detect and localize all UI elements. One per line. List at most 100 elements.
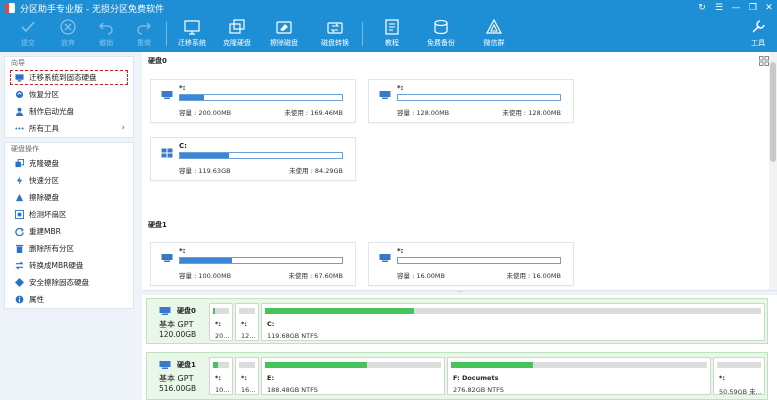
wizard-panel: 向导 迁移系统到固态硬盘 恢复分区 制作启动光盘 所有工具 › <box>4 56 134 138</box>
capacity-text: 容量 : 100.00MB <box>179 272 232 280</box>
restore-button[interactable]: ❐ <box>746 2 760 14</box>
capacity-label: 容量 <box>179 272 192 280</box>
disk1-header: 硬盘1 <box>148 221 167 229</box>
partition-detail: 12... <box>241 332 256 340</box>
app-window: 分区助手专业版 - 无损分区免费软件 ↻ ☰ — ❐ ✕ 提交 放弃 撤销 重做… <box>0 0 777 400</box>
partition-bar <box>717 362 761 368</box>
vertical-scrollbar[interactable] <box>769 52 777 290</box>
tools-label: 工具 <box>751 39 765 47</box>
partition-bar <box>265 362 441 368</box>
usage-bar <box>179 152 343 159</box>
convert-disk-icon <box>327 22 343 34</box>
disk-map-partition[interactable]: *: 20... <box>209 303 233 341</box>
disk-map-row[interactable]: 硬盘0 基本 GPT 120.00GB *: 20... *: 12... C:… <box>146 298 768 344</box>
disk-ops-title: 硬盘操作 <box>11 145 39 153</box>
tools-button[interactable]: 工具 <box>740 18 776 50</box>
capacity-value: 119.63GB <box>198 167 231 175</box>
sidebar-item-label: 转换成MBR硬盘 <box>29 261 84 270</box>
partition-name: *: <box>179 247 186 255</box>
refresh-button[interactable]: ↻ <box>695 2 709 14</box>
sidebar-item-clone-disk[interactable]: 克隆硬盘 <box>5 155 133 172</box>
partition-card[interactable]: *: 容量 : 128.00MB 未使用 : 128.00MB <box>368 79 574 123</box>
free-backup-button[interactable]: 免费备份 <box>421 18 461 50</box>
minimize-button[interactable]: — <box>729 2 743 14</box>
migrate-os-button[interactable]: 迁移系统 <box>172 18 212 50</box>
partition-name: *: <box>719 374 725 382</box>
sidebar-item-migrate-ssd[interactable]: 迁移系统到固态硬盘 <box>9 69 129 86</box>
usage-bar <box>397 257 561 264</box>
free-label: 未使用 <box>288 272 308 280</box>
disk-map-partition[interactable]: C: 119.68GB NTFS <box>261 303 765 341</box>
sidebar-item-bad-sector[interactable]: 检测坏扇区 <box>5 206 133 223</box>
free-label: 未使用 <box>502 109 522 117</box>
partition-used <box>213 308 216 314</box>
disk-map-partition[interactable]: *: 16... <box>235 357 259 395</box>
undo-button[interactable]: 撤销 <box>86 18 126 50</box>
sidebar-item-convert-mbr[interactable]: 转换成MBR硬盘 <box>5 257 133 274</box>
menu-button[interactable]: ☰ <box>712 2 726 14</box>
sidebar-item-delete-all-partitions[interactable]: 删除所有分区 <box>5 240 133 257</box>
commit-button[interactable]: 提交 <box>8 18 48 50</box>
redo-button[interactable]: 重做 <box>124 18 164 50</box>
partition-card[interactable]: *: 容量 : 100.00MB 未使用 : 67.60MB <box>150 242 356 286</box>
disk-map-label: 硬盘0 基本 GPT 120.00GB <box>151 299 207 345</box>
close-button[interactable]: ✕ <box>762 2 776 14</box>
capacity-text: 容量 : 16.00MB <box>397 272 446 280</box>
wipe-icon <box>15 193 24 202</box>
sidebar-item-bootable-disc[interactable]: 制作启动光盘 <box>5 103 133 120</box>
sidebar-item-recover-partition[interactable]: 恢复分区 <box>5 86 133 103</box>
sidebar-item-secure-erase-ssd[interactable]: 安全擦除固态硬盘 <box>5 274 133 291</box>
bootable-disc-icon <box>15 107 24 116</box>
partition-name: C: <box>267 320 275 328</box>
disk-map-partition[interactable]: *: 12... <box>235 303 259 341</box>
scrollbar-thumb[interactable] <box>770 62 776 162</box>
disk-map-partition[interactable]: E: 188.48GB NTFS <box>261 357 445 395</box>
capacity-label: 容量 <box>179 167 192 175</box>
disk-map-row[interactable]: 硬盘1 基本 GPT 516.00GB *: 10... *: 16... E:… <box>146 352 768 400</box>
migrate-os-label: 迁移系统 <box>178 39 206 47</box>
partition-detail: 10... <box>215 386 230 394</box>
wipe-disk-label: 擦除磁盘 <box>270 39 298 47</box>
partition-name: *: <box>397 84 404 92</box>
sidebar-item-label: 安全擦除固态硬盘 <box>29 278 89 287</box>
partition-card[interactable]: *: 容量 : 200.00MB 未使用 : 169.46MB <box>150 79 356 123</box>
sidebar-item-wipe-disk[interactable]: 擦除硬盘 <box>5 189 133 206</box>
partition-bar <box>239 362 255 368</box>
tutorial-button[interactable]: 教程 <box>372 18 412 50</box>
disk-size: 516.00GB <box>159 384 197 393</box>
partition-card[interactable]: C: 容量 : 119.63GB 未使用 : 84.29GB <box>150 137 356 181</box>
wipe-disk-button[interactable]: 擦除磁盘 <box>264 18 304 50</box>
disk-type: 基本 GPT <box>159 320 194 329</box>
discard-icon <box>60 19 76 35</box>
sidebar-item-label: 制作启动光盘 <box>29 107 74 116</box>
partition-name: *: <box>179 84 186 92</box>
windows-icon <box>161 148 173 158</box>
sidebar-item-rebuild-mbr[interactable]: 重建MBR <box>5 223 133 240</box>
disk-icon <box>159 307 171 315</box>
disk-map-partition[interactable]: *: 50.59GB 未... <box>713 357 765 396</box>
undo-icon <box>99 22 113 35</box>
disk-map-partition[interactable]: F: Documets 276.82GB NTFS <box>447 357 711 395</box>
clone-disk-button[interactable]: 克隆硬盘 <box>217 18 257 50</box>
convert-disk-button[interactable]: 磁盘转换 <box>315 18 355 50</box>
free-text: 未使用 : 84.29GB <box>289 167 343 175</box>
partition-name: *: <box>241 320 247 328</box>
sidebar-item-label: 所有工具 <box>29 124 59 133</box>
wechat-group-button[interactable]: 微信群 <box>474 18 514 50</box>
free-value: 16.00MB <box>532 272 561 280</box>
free-label: 未使用 <box>284 109 304 117</box>
capacity-text: 容量 : 119.63GB <box>179 167 231 175</box>
view-toggle-icon[interactable] <box>759 56 769 66</box>
commit-label: 提交 <box>21 39 35 47</box>
sidebar-item-all-tools[interactable]: 所有工具 › <box>5 120 133 137</box>
discard-button[interactable]: 放弃 <box>48 18 88 50</box>
partition-card[interactable]: *: 容量 : 16.00MB 未使用 : 16.00MB <box>368 242 574 286</box>
sidebar-item-properties[interactable]: 属性 <box>5 291 133 308</box>
rebuild-mbr-icon <box>15 227 24 236</box>
disk-icon <box>159 361 171 369</box>
sidebar-item-quick-partition[interactable]: 快速分区 <box>5 172 133 189</box>
wechat-group-icon <box>485 18 503 34</box>
disk-map-partition[interactable]: *: 10... <box>209 357 233 395</box>
panel-splitter[interactable]: ··· <box>142 290 777 296</box>
capacity-label: 容量 <box>179 109 192 117</box>
